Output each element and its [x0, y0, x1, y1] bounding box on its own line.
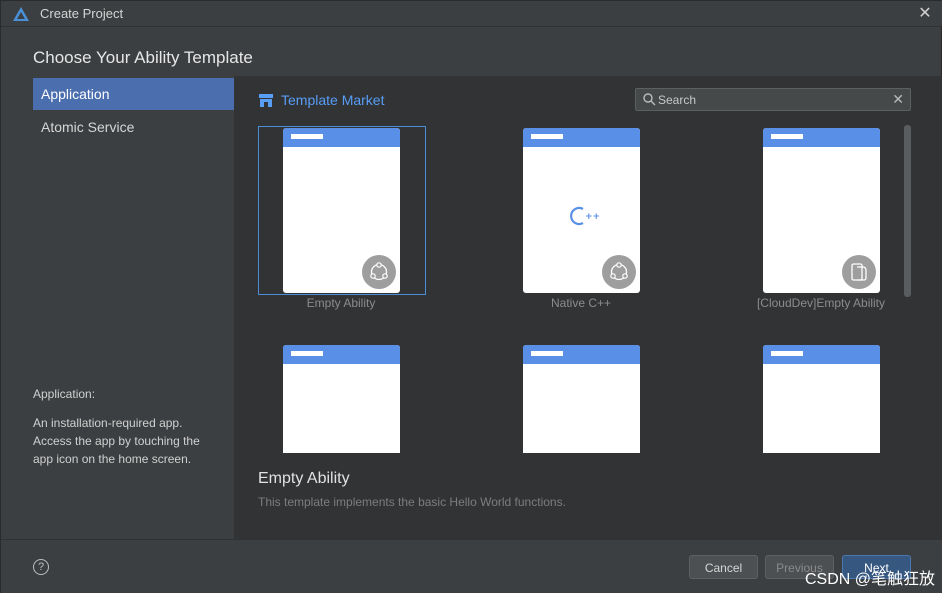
share-icon	[602, 255, 636, 289]
card-header-line	[291, 351, 323, 356]
card-header	[763, 345, 880, 364]
window-title: Create Project	[40, 6, 124, 21]
store-icon	[259, 93, 273, 107]
template-label-native-cpp: Native C++	[550, 296, 612, 310]
description-title: Application:	[33, 387, 96, 401]
app-logo-icon	[13, 7, 29, 21]
clear-search-icon[interactable]: ✕	[892, 91, 904, 108]
svg-text:++: ++	[585, 212, 600, 222]
share-icon	[362, 255, 396, 289]
search-input[interactable]	[658, 91, 878, 108]
sidebar-item-application[interactable]: Application	[33, 78, 234, 110]
card-header	[283, 345, 400, 364]
cancel-button[interactable]: Cancel	[689, 555, 758, 579]
card-header-line	[531, 351, 563, 356]
card-header-line	[291, 134, 323, 139]
card-header-line	[771, 134, 803, 139]
card-header	[523, 128, 640, 147]
template-market-link[interactable]: Template Market	[259, 91, 384, 109]
description-body: An installation-required app. Access the…	[33, 416, 200, 466]
sidebar	[1, 76, 234, 539]
template-card-native-cpp[interactable]: ++	[523, 128, 640, 293]
close-icon[interactable]: ✕	[915, 4, 935, 24]
card-header	[283, 128, 400, 147]
template-card-4[interactable]	[283, 345, 400, 453]
template-market-label: Template Market	[281, 92, 385, 108]
template-scrollbar[interactable]	[904, 125, 911, 297]
card-header-line	[771, 351, 803, 356]
template-detail-description: This template implements the basic Hello…	[258, 495, 566, 509]
card-header-line	[531, 134, 563, 139]
template-label-empty-ability: Empty Ability	[306, 296, 376, 310]
watermark: CSDN @笔触狂放	[804, 571, 935, 588]
template-label-clouddev: [CloudDev]Empty Ability	[756, 296, 886, 310]
sidebar-item-atomic-service[interactable]: Atomic Service	[33, 111, 234, 143]
card-header	[523, 345, 640, 364]
title-bar: Create Project ✕	[1, 1, 942, 27]
template-card-6[interactable]	[763, 345, 880, 453]
template-detail-title: Empty Ability	[258, 470, 350, 487]
cloud-device-icon	[842, 255, 876, 289]
search-box[interactable]: ✕	[635, 88, 911, 111]
help-icon[interactable]: ?	[33, 559, 49, 575]
template-card-5[interactable]	[523, 345, 640, 453]
card-header	[763, 128, 880, 147]
page-title: Choose Your Ability Template	[33, 48, 253, 67]
create-project-window: Create Project ✕ Choose Your Ability Tem…	[0, 0, 942, 593]
cpp-logo-icon: ++	[570, 206, 600, 226]
template-card-clouddev-empty-ability[interactable]	[763, 128, 880, 293]
template-card-empty-ability[interactable]	[283, 128, 400, 293]
search-icon	[643, 93, 656, 106]
